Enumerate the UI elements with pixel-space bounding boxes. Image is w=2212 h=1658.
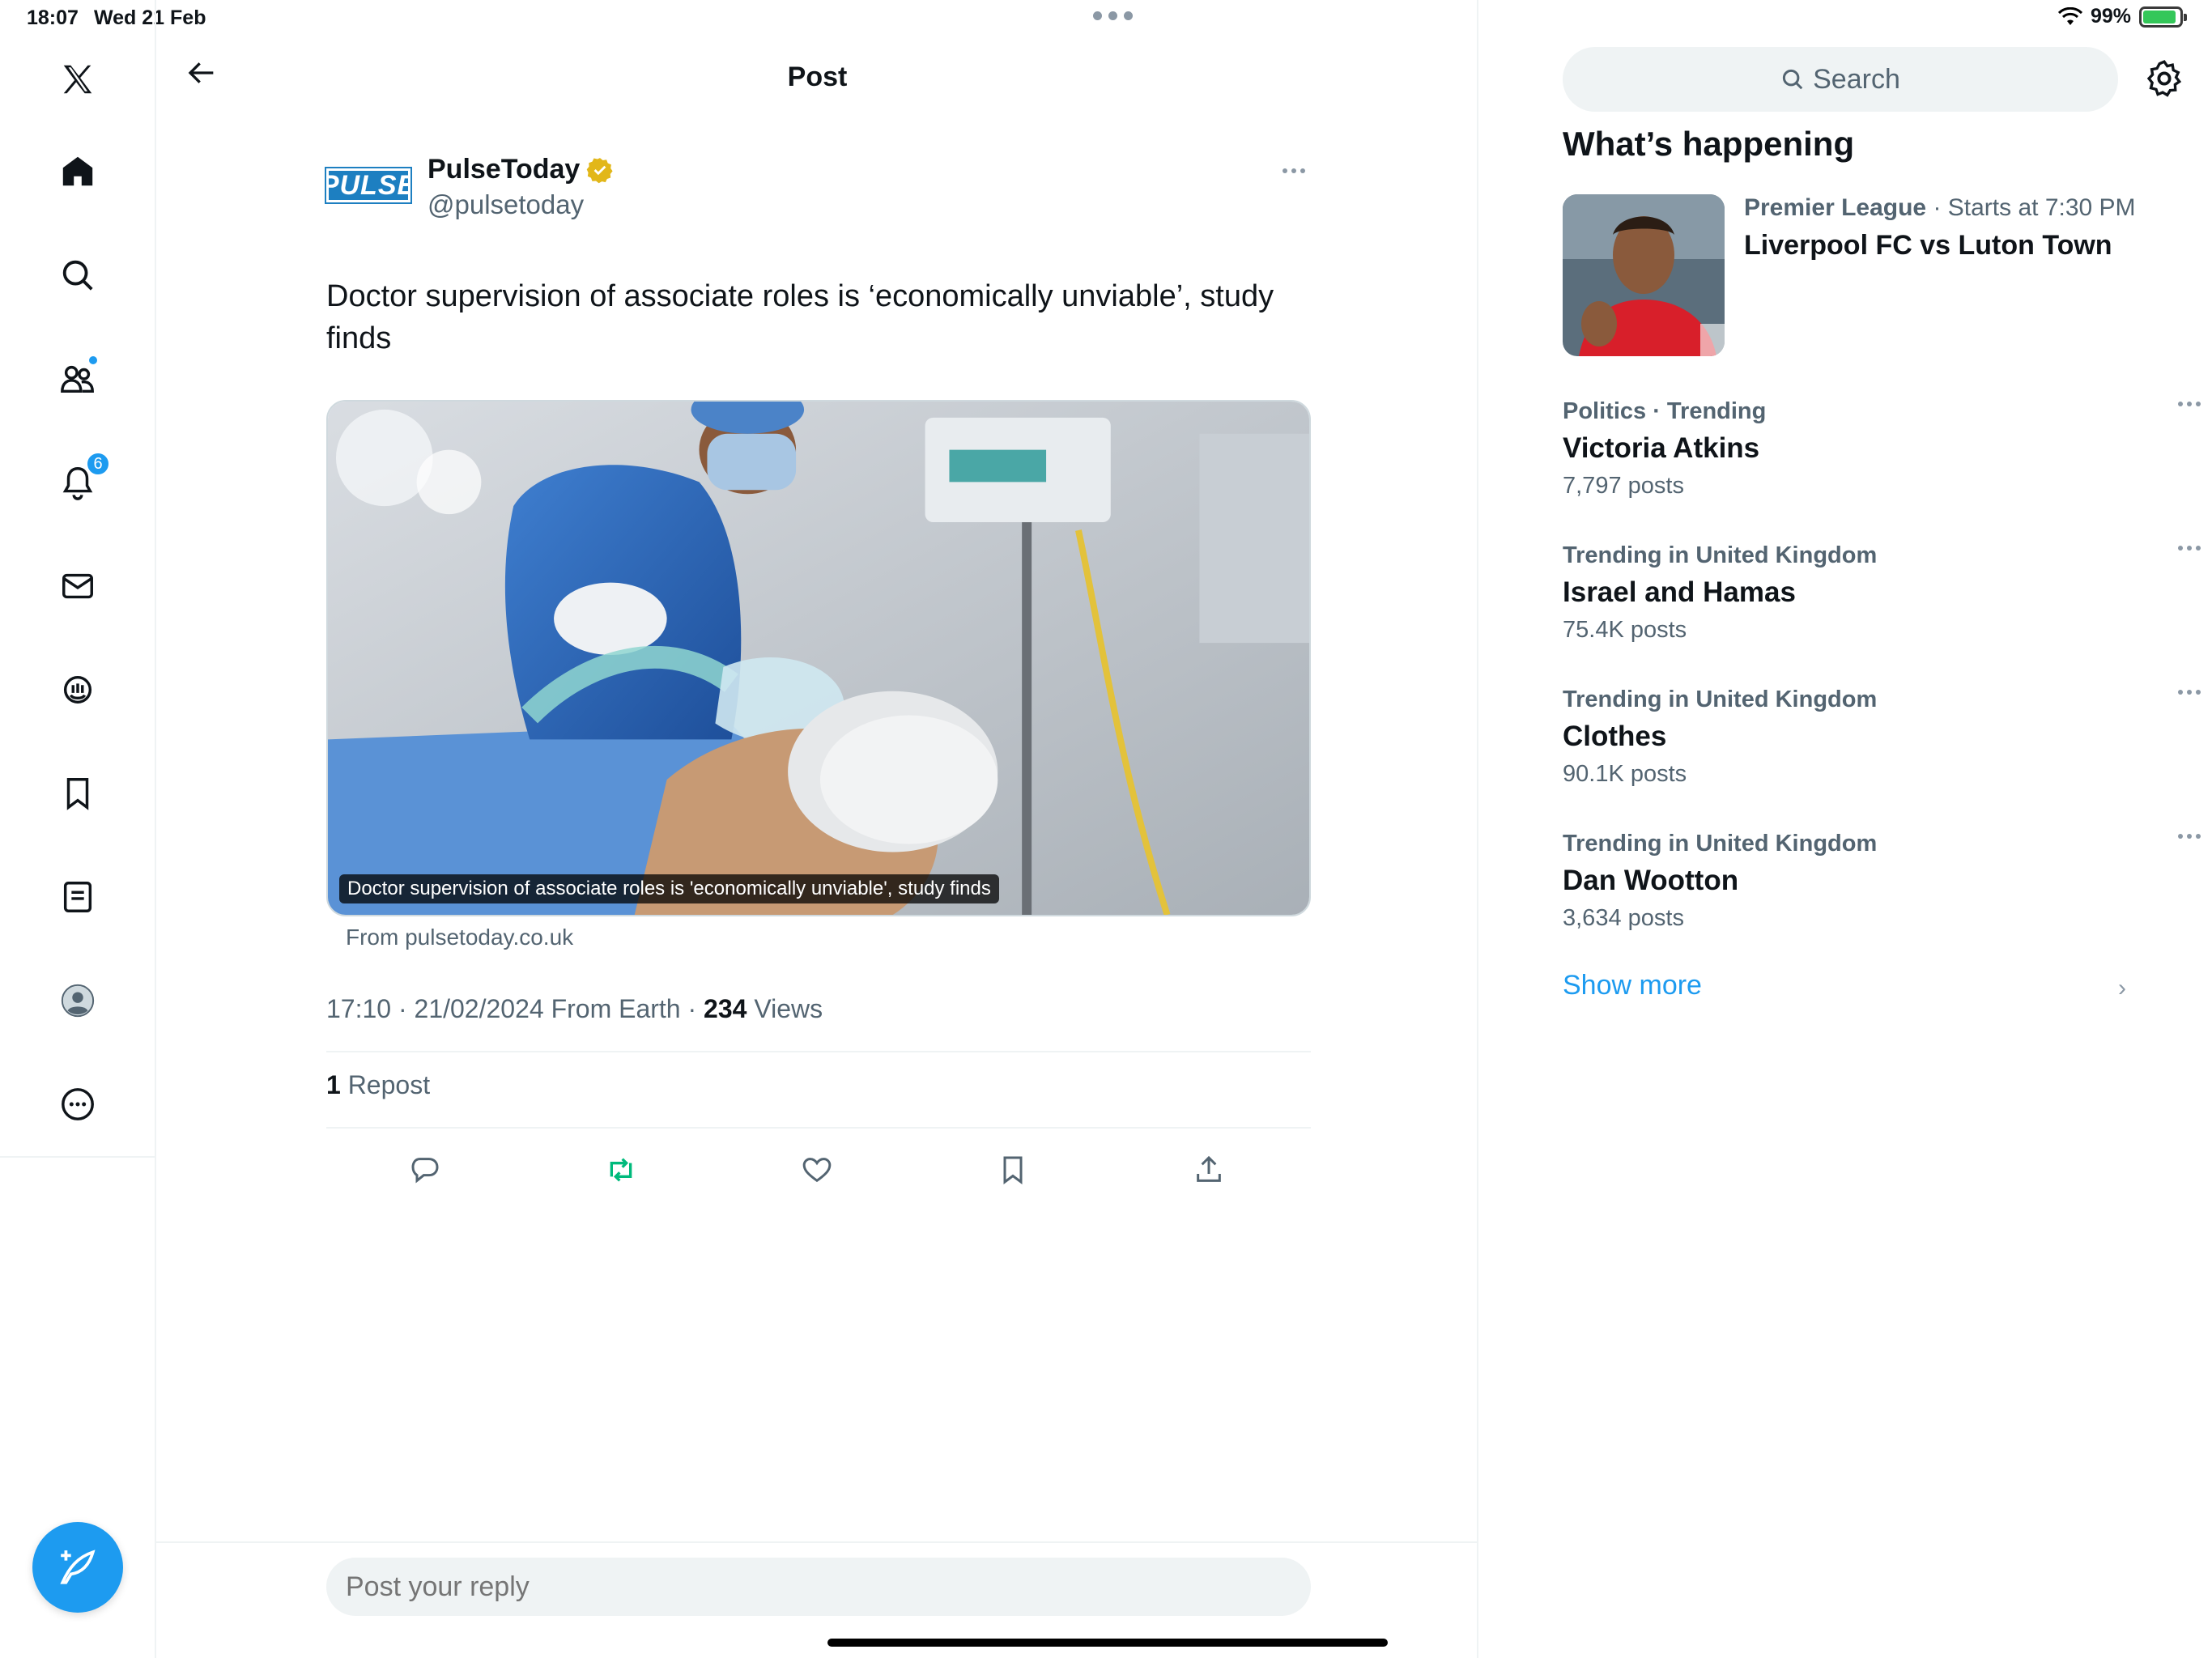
post-more-icon[interactable] (1274, 159, 1314, 183)
trend-category: Trending in United Kingdom (1563, 687, 1878, 712)
reply-button[interactable] (397, 1141, 453, 1198)
views-count: 234 (704, 994, 747, 1023)
compose-icon (60, 1550, 96, 1584)
trend-more-icon[interactable] (2178, 402, 2201, 406)
event-card[interactable]: Premier League · Starts at 7:30 PM Liver… (1563, 194, 2186, 356)
post-media[interactable]: Doctor supervision of associate roles is… (326, 400, 1311, 916)
media-source-link[interactable]: From pulsetoday.co.uk (346, 925, 573, 950)
trend-item[interactable]: Trending in United Kingdom Dan Wootton 3… (1563, 831, 2201, 960)
views-label: Views (747, 994, 823, 1023)
trend-name: Clothes (1563, 721, 1667, 752)
notification-badge: 6 (86, 452, 110, 476)
bookmark-button[interactable] (985, 1141, 1041, 1198)
author-handle[interactable]: @pulsetoday (428, 189, 584, 220)
page-title: Post (787, 62, 848, 92)
home-indicator[interactable] (827, 1639, 1388, 1647)
nav-bookmarks[interactable] (45, 761, 110, 826)
nav-communities[interactable] (45, 346, 110, 411)
repost-button[interactable] (593, 1141, 649, 1198)
trend-more-icon[interactable] (2178, 546, 2201, 551)
trend-more-icon[interactable] (2178, 690, 2201, 695)
divider (326, 1051, 1311, 1052)
author-name-row[interactable]: PulseToday (428, 154, 614, 185)
left-nav: 6 (0, 0, 156, 1158)
share-icon (1197, 1155, 1221, 1182)
event-image (1563, 194, 1725, 356)
author-name: PulseToday (428, 154, 581, 185)
trend-category: Trending in United Kingdom (1563, 542, 1878, 568)
profile-icon (61, 984, 95, 1018)
post-text: Doctor supervision of associate roles is… (326, 279, 1274, 355)
section-title: What’s happening (1563, 125, 1855, 163)
grok-icon (63, 675, 92, 704)
search-icon (1783, 69, 1803, 90)
x-logo-icon[interactable] (45, 47, 110, 112)
nav-messages[interactable] (45, 554, 110, 619)
main-column: Post PULSE PulseToday @pulsetoday Doctor… (156, 0, 1478, 1658)
media-image (328, 402, 1309, 915)
unread-dot (87, 355, 99, 366)
trend-more-icon[interactable] (2178, 834, 2201, 839)
event-category: Premier League (1744, 194, 1927, 221)
trend-name: Dan Wootton (1563, 865, 1739, 896)
event-meta: Premier League · Starts at 7:30 PM (1744, 194, 2136, 222)
right-sidebar: Search What’s happening Premier League ·… (1478, 0, 2212, 1658)
search-bar[interactable]: Search (1563, 47, 2118, 112)
nav-grok[interactable] (45, 657, 110, 722)
trend-item[interactable]: Politics · Trending Victoria Atkins 7,79… (1563, 398, 2201, 528)
repost-label: Repost (340, 1070, 431, 1099)
search-icon (62, 260, 93, 291)
author-avatar[interactable]: PULSE (321, 167, 415, 204)
nav-profile[interactable] (45, 968, 110, 1033)
communities-icon (61, 365, 94, 393)
post-actions (326, 1141, 1311, 1198)
trend-item[interactable]: Trending in United Kingdom Clothes 90.1K… (1563, 687, 2201, 816)
reply-icon (411, 1158, 439, 1184)
nav-more[interactable] (45, 1072, 110, 1137)
nav-explore[interactable] (45, 243, 110, 308)
repost-stats[interactable]: 1 Repost (326, 1070, 430, 1100)
trend-item[interactable]: Trending in United Kingdom Israel and Ha… (1563, 542, 2201, 672)
trend-count: 7,797 posts (1563, 473, 1684, 499)
lists-icon (63, 882, 92, 912)
event-title: Liverpool FC vs Luton Town (1744, 230, 2112, 261)
trend-name: Victoria Atkins (1563, 432, 1760, 464)
media-caption: Doctor supervision of associate roles is… (339, 874, 999, 903)
event-time: · Starts at 7:30 PM (1926, 194, 2136, 221)
trend-name: Israel and Hamas (1563, 576, 1796, 608)
trend-count: 3,634 posts (1563, 905, 1684, 931)
mail-icon (62, 573, 93, 599)
reply-input[interactable] (326, 1558, 1311, 1616)
share-button[interactable] (1180, 1141, 1237, 1198)
divider (326, 1127, 1311, 1129)
like-button[interactable] (789, 1141, 845, 1198)
trend-count: 90.1K posts (1563, 761, 1687, 787)
trend-category: Politics · Trending (1563, 398, 1767, 424)
home-icon (62, 156, 93, 186)
nav-home[interactable] (45, 139, 110, 204)
nav-lists[interactable] (45, 865, 110, 929)
bookmark-icon (66, 778, 89, 810)
post-meta: 17:10 · 21/02/2024 From Earth · 234 View… (326, 994, 823, 1024)
trend-category: Trending in United Kingdom (1563, 831, 1878, 857)
search-placeholder: Search (1813, 63, 1900, 95)
chevron-right-icon[interactable]: › (2118, 975, 2126, 1002)
verified-icon (587, 157, 613, 183)
bookmark-icon (1003, 1156, 1023, 1184)
repost-count: 1 (326, 1070, 341, 1099)
gear-icon[interactable] (2144, 58, 2184, 99)
compose-button[interactable] (32, 1522, 123, 1613)
more-circle-icon (62, 1088, 94, 1120)
nav-notifications[interactable]: 6 (45, 450, 110, 515)
show-more-link[interactable]: Show more (1563, 970, 1702, 1001)
trend-count: 75.4K posts (1563, 617, 1687, 643)
repost-icon (610, 1158, 632, 1182)
post-timestamp[interactable]: 17:10 · 21/02/2024 From Earth · (326, 994, 704, 1023)
like-icon (802, 1158, 832, 1183)
